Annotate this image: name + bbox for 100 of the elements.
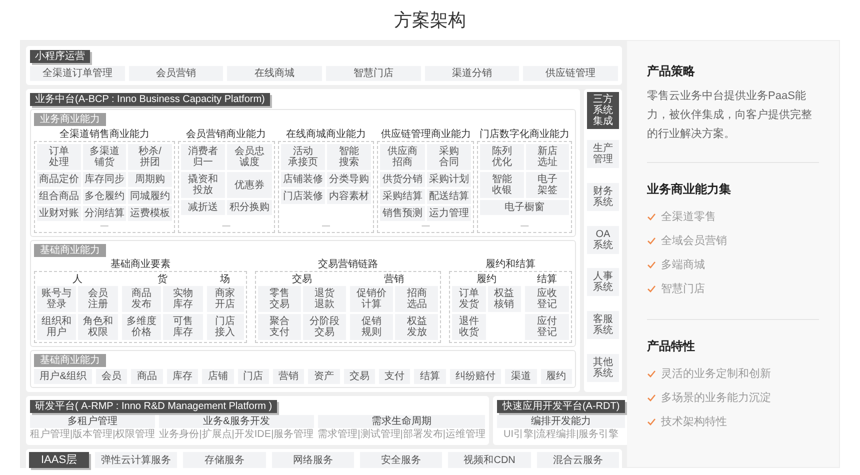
feature-text: 技术架构特性 [661, 414, 727, 430]
check-icon [647, 370, 656, 378]
cell-line: 诚度 [239, 157, 260, 168]
cell-line: 支付 [269, 327, 290, 338]
ellipsis: — [520, 221, 529, 230]
cell-line: 库存 [173, 327, 194, 338]
cell-line: 架签 [537, 185, 558, 196]
cell-line: 拼团 [140, 157, 160, 168]
cell-line: 系统 [593, 105, 613, 116]
capability-cell: 编排开发能力 [497, 415, 625, 428]
cell-line: 组织和 [42, 316, 72, 327]
cell-line: 商品 [132, 288, 152, 299]
group-title: 履约和结算 [484, 258, 537, 271]
capability-cell: 库存同步 [82, 172, 126, 187]
capability-cell: 混合云服务 [536, 452, 620, 468]
column-title: 营销 [383, 274, 406, 286]
section-title: 产品特性 [647, 338, 696, 354]
cell-line: 人事 [593, 271, 613, 282]
cell-line: 应收 [536, 288, 557, 299]
cell-line: 优化 [492, 157, 512, 168]
cell-line: 处理 [48, 157, 69, 168]
column-title: 结算 [536, 274, 558, 286]
capability-cell: 业财对账 [37, 206, 81, 221]
section-label: 基础商业能力 [34, 354, 106, 367]
cell-line: 规则 [362, 327, 382, 338]
cell-line: 秒杀/ [138, 146, 162, 157]
capability-cell: 商品 [131, 369, 163, 384]
feature-text: 全域会员营销 [661, 234, 727, 249]
cell-line: 多维度 [126, 316, 157, 327]
cell-line: 集成 [593, 116, 613, 127]
page-title: 方案架构 [393, 9, 467, 32]
cell-line: 系统 [593, 240, 613, 251]
check-icon [647, 237, 656, 245]
column-title: 货 [156, 274, 168, 286]
capability-cell: 视频和CDN [448, 452, 531, 468]
capability-cell: 内容素材 [326, 189, 372, 204]
cell-line: 登记 [536, 299, 557, 310]
cell-line: 退款 [314, 299, 334, 310]
cell-line: 投放 [192, 185, 213, 196]
cell-line: 系统 [593, 196, 613, 208]
capability-cell: 渠道 [505, 369, 537, 384]
cell-line: 零售 [269, 288, 290, 299]
cell-line: 陈列 [492, 146, 512, 157]
feature-text: 全渠道零售 [661, 210, 716, 225]
capability-cell: 营销 [272, 369, 304, 384]
capability-cell: 需求生命周期 [318, 415, 486, 428]
capability-cell: 库存 [166, 369, 198, 384]
section-title: 产品策略 [647, 63, 696, 79]
capability-cell: 存储服务 [183, 452, 266, 468]
capability-cell: 结算 [414, 369, 446, 384]
section-label: 业务商业能力 [34, 113, 106, 126]
cell-line: 促销价 [356, 288, 387, 299]
capability-cell: 渠道分销 [424, 66, 520, 81]
cell-line: 新店 [537, 146, 558, 157]
cell-line: 选址 [537, 157, 558, 168]
cell-line: 会员 [88, 288, 108, 299]
cell-line: 三方 [593, 94, 613, 105]
cell-line: 撬资和 [188, 174, 218, 185]
capability-cell: 门店装修 [280, 189, 325, 204]
section-label: IAAS层 [29, 452, 90, 468]
cell-line: 账号与 [42, 288, 72, 299]
capability-cell: 交易 [344, 369, 376, 384]
cell-line: 搜索 [339, 157, 360, 168]
group-title: 供应链管理商业能力 [380, 128, 472, 141]
capability-cell: 减折送 [180, 200, 226, 215]
capability-cell: 组合商品 [37, 189, 81, 204]
detail-text: UI引擎|流程编排|服务引擎 [502, 429, 620, 441]
check-icon [647, 394, 656, 402]
cell-line: 权益 [406, 316, 427, 327]
capability-cell: 用户&组织 [34, 369, 92, 384]
capability-cell: 运费模板 [128, 206, 172, 221]
cell-line: 应付 [536, 316, 557, 327]
cell-line: 发布 [132, 299, 152, 310]
cell-line: 用户 [46, 327, 67, 338]
capability-cell: 积分换购 [227, 200, 272, 215]
capability-cell: 会员 [96, 369, 128, 384]
cell-line: 发放 [406, 327, 427, 338]
cell-line: 交易 [269, 299, 290, 310]
cell-line: 活动 [292, 146, 313, 157]
cell-line: 采购 [438, 146, 459, 157]
capability-cell: 分类导购 [326, 172, 372, 187]
cell-line: 登记 [536, 327, 557, 338]
check-icon [647, 418, 656, 426]
cell-line: 智能 [492, 174, 512, 185]
cell-line: 会员忠 [234, 146, 264, 157]
capability-cell: 网络服务 [272, 452, 354, 468]
cell-line: 消费者 [188, 146, 218, 157]
cell-line: 电子 [537, 174, 558, 185]
cell-line: 归一 [192, 157, 213, 168]
capability-cell: 弹性云计算服务 [95, 452, 178, 468]
ellipsis: — [100, 221, 108, 230]
cell-line: 交易 [314, 327, 334, 338]
group-title: 交易营销链路 [317, 258, 379, 271]
cell-line: 收货 [458, 327, 479, 338]
feature-text: 智慧门店 [661, 282, 705, 297]
group-title: 会员营销商业能力 [185, 128, 268, 141]
cell-line: 多渠道 [89, 146, 120, 157]
cell-line: 供应商 [388, 146, 418, 157]
cell-line: 促销 [362, 316, 382, 327]
capability-cell: 在线商城 [227, 66, 322, 81]
